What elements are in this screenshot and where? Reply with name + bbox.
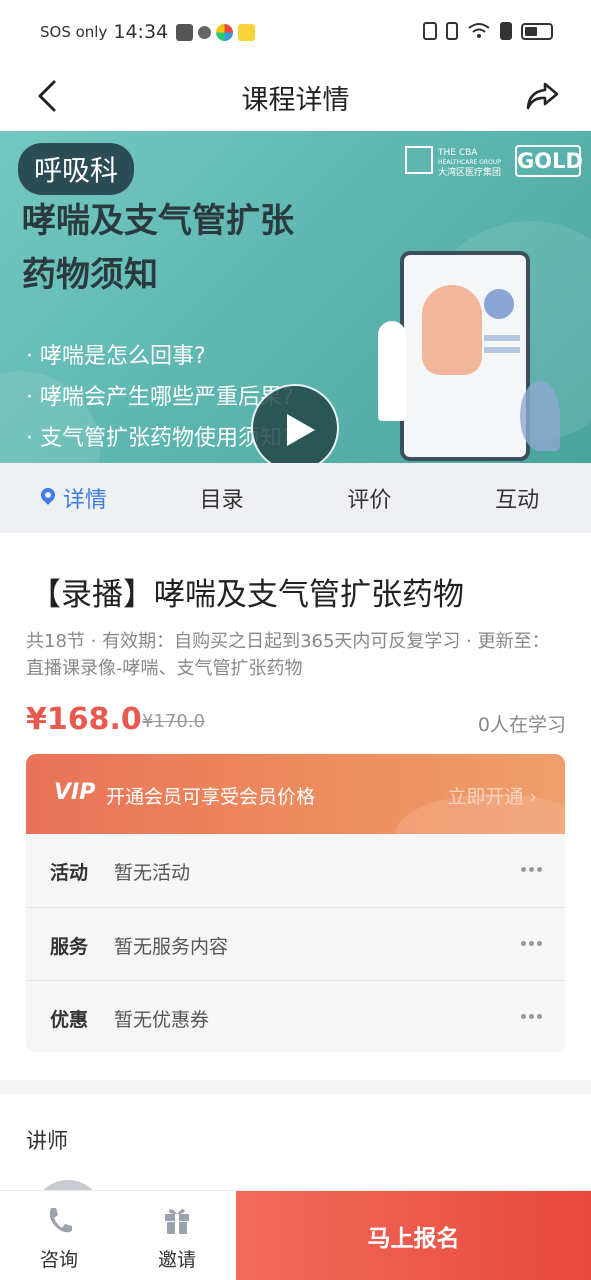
- security-icon: [198, 25, 212, 39]
- tab-reviews[interactable]: 评价: [296, 463, 444, 533]
- battery-icon: [521, 22, 553, 40]
- teacher-heading: 讲师: [26, 1129, 68, 1153]
- info-row-service[interactable]: 服务 暂无服务内容: [26, 907, 565, 980]
- gold-logo: GOLD: [515, 145, 583, 177]
- page-title: 课程详情: [241, 85, 350, 116]
- banner-title-line2: 药物须知: [22, 255, 158, 295]
- course-banner[interactable]: 呼吸科 THE CBA HEALTHCARE GROUP 大湾区医疗集团 GOL…: [0, 131, 591, 463]
- tab-catalog[interactable]: 目录: [148, 463, 296, 533]
- promo-info-box: 活动 暂无活动 服务 暂无服务内容 优惠 暂无优惠券: [26, 834, 565, 1052]
- course-title: 【录播】哮喘及支气管扩张药物: [30, 577, 464, 613]
- consult-label: 咨询: [39, 1249, 78, 1271]
- share-icon[interactable]: [523, 76, 563, 116]
- tab-label: 详情: [62, 488, 107, 513]
- section-divider: [0, 1080, 591, 1094]
- tab-interaction[interactable]: 互动: [443, 463, 591, 533]
- original-price: ¥170.0: [142, 711, 205, 732]
- nfc-icon: [423, 22, 437, 40]
- invite-label: 邀请: [157, 1249, 196, 1271]
- tab-bar: 详情 目录 评价 互动: [0, 463, 591, 533]
- vip-text: 开通会员可享受会员价格: [106, 786, 316, 808]
- play-icon[interactable]: [251, 384, 339, 463]
- gift-icon: [165, 1209, 189, 1234]
- info-value: 暂无优惠券: [114, 1009, 210, 1031]
- more-icon[interactable]: [521, 1014, 543, 1020]
- tab-label: 目录: [199, 488, 244, 513]
- invite-button[interactable]: 邀请: [118, 1191, 236, 1280]
- info-row-activity[interactable]: 活动 暂无活动: [26, 834, 565, 907]
- more-icon[interactable]: [521, 941, 543, 947]
- mail-icon: [176, 23, 194, 41]
- doctor-illustration: [378, 321, 406, 421]
- consult-button[interactable]: 咨询: [0, 1191, 118, 1280]
- price-row: ¥168.0 ¥170.0 0人在学习: [26, 702, 566, 742]
- info-value: 暂无活动: [114, 862, 191, 884]
- bottom-action-bar: 咨询 邀请 马上报名: [0, 1190, 591, 1280]
- course-meta: 共18节 · 有效期：自购买之日起到365天内可反复学习 · 更新至：直播课录像…: [26, 631, 550, 679]
- tab-label: 互动: [495, 488, 540, 513]
- info-label: 优惠: [50, 1009, 89, 1031]
- game-icon: [238, 23, 256, 41]
- phone-icon: [49, 1208, 72, 1233]
- info-value: 暂无服务内容: [114, 936, 229, 958]
- alert-icon: [500, 22, 512, 40]
- status-bar: SOS only 14:34: [0, 0, 591, 66]
- info-row-coupon[interactable]: 优惠 暂无优惠券: [26, 980, 565, 1053]
- banner-title-line1: 哮喘及支气管扩张: [22, 201, 294, 241]
- more-icon[interactable]: [521, 867, 543, 873]
- vip-banner[interactable]: VIP 开通会员可享受会员价格 立即开通 ›: [26, 754, 565, 834]
- lungs-illustration: [422, 285, 482, 375]
- status-bar-left: SOS only 14:34: [40, 21, 260, 43]
- department-badge: 呼吸科: [18, 143, 135, 195]
- vip-open-link[interactable]: 立即开通 ›: [447, 782, 537, 809]
- pie-chart-illustration: [484, 289, 514, 319]
- status-bar-right: [423, 22, 553, 40]
- vibrate-icon: [446, 22, 458, 40]
- app-icon: [216, 23, 234, 41]
- vip-badge: VIP: [54, 780, 96, 805]
- tab-label: 评价: [347, 488, 392, 513]
- learner-count: 0人在学习: [477, 714, 566, 736]
- text-lines-illustration: [484, 335, 520, 341]
- tablet-illustration: [400, 251, 530, 461]
- banner-bullet: · 哮喘是怎么回事?: [26, 344, 206, 369]
- location-pin-icon: [41, 488, 55, 508]
- cba-logo: THE CBA HEALTHCARE GROUP 大湾区医疗集团: [405, 146, 503, 178]
- price: ¥168.0: [26, 702, 142, 737]
- nav-bar: 课程详情: [0, 66, 591, 130]
- info-label: 服务: [50, 936, 89, 958]
- info-label: 活动: [50, 862, 89, 884]
- enroll-button[interactable]: 马上报名: [236, 1191, 591, 1280]
- carrier-text: SOS only: [40, 23, 108, 41]
- tab-details[interactable]: 详情: [0, 463, 148, 533]
- wifi-icon: [468, 23, 490, 38]
- banner-bullet: · 哮喘会产生哪些严重后果?: [26, 385, 294, 410]
- leaf-illustration: [520, 381, 560, 451]
- clock: 14:34: [113, 21, 169, 43]
